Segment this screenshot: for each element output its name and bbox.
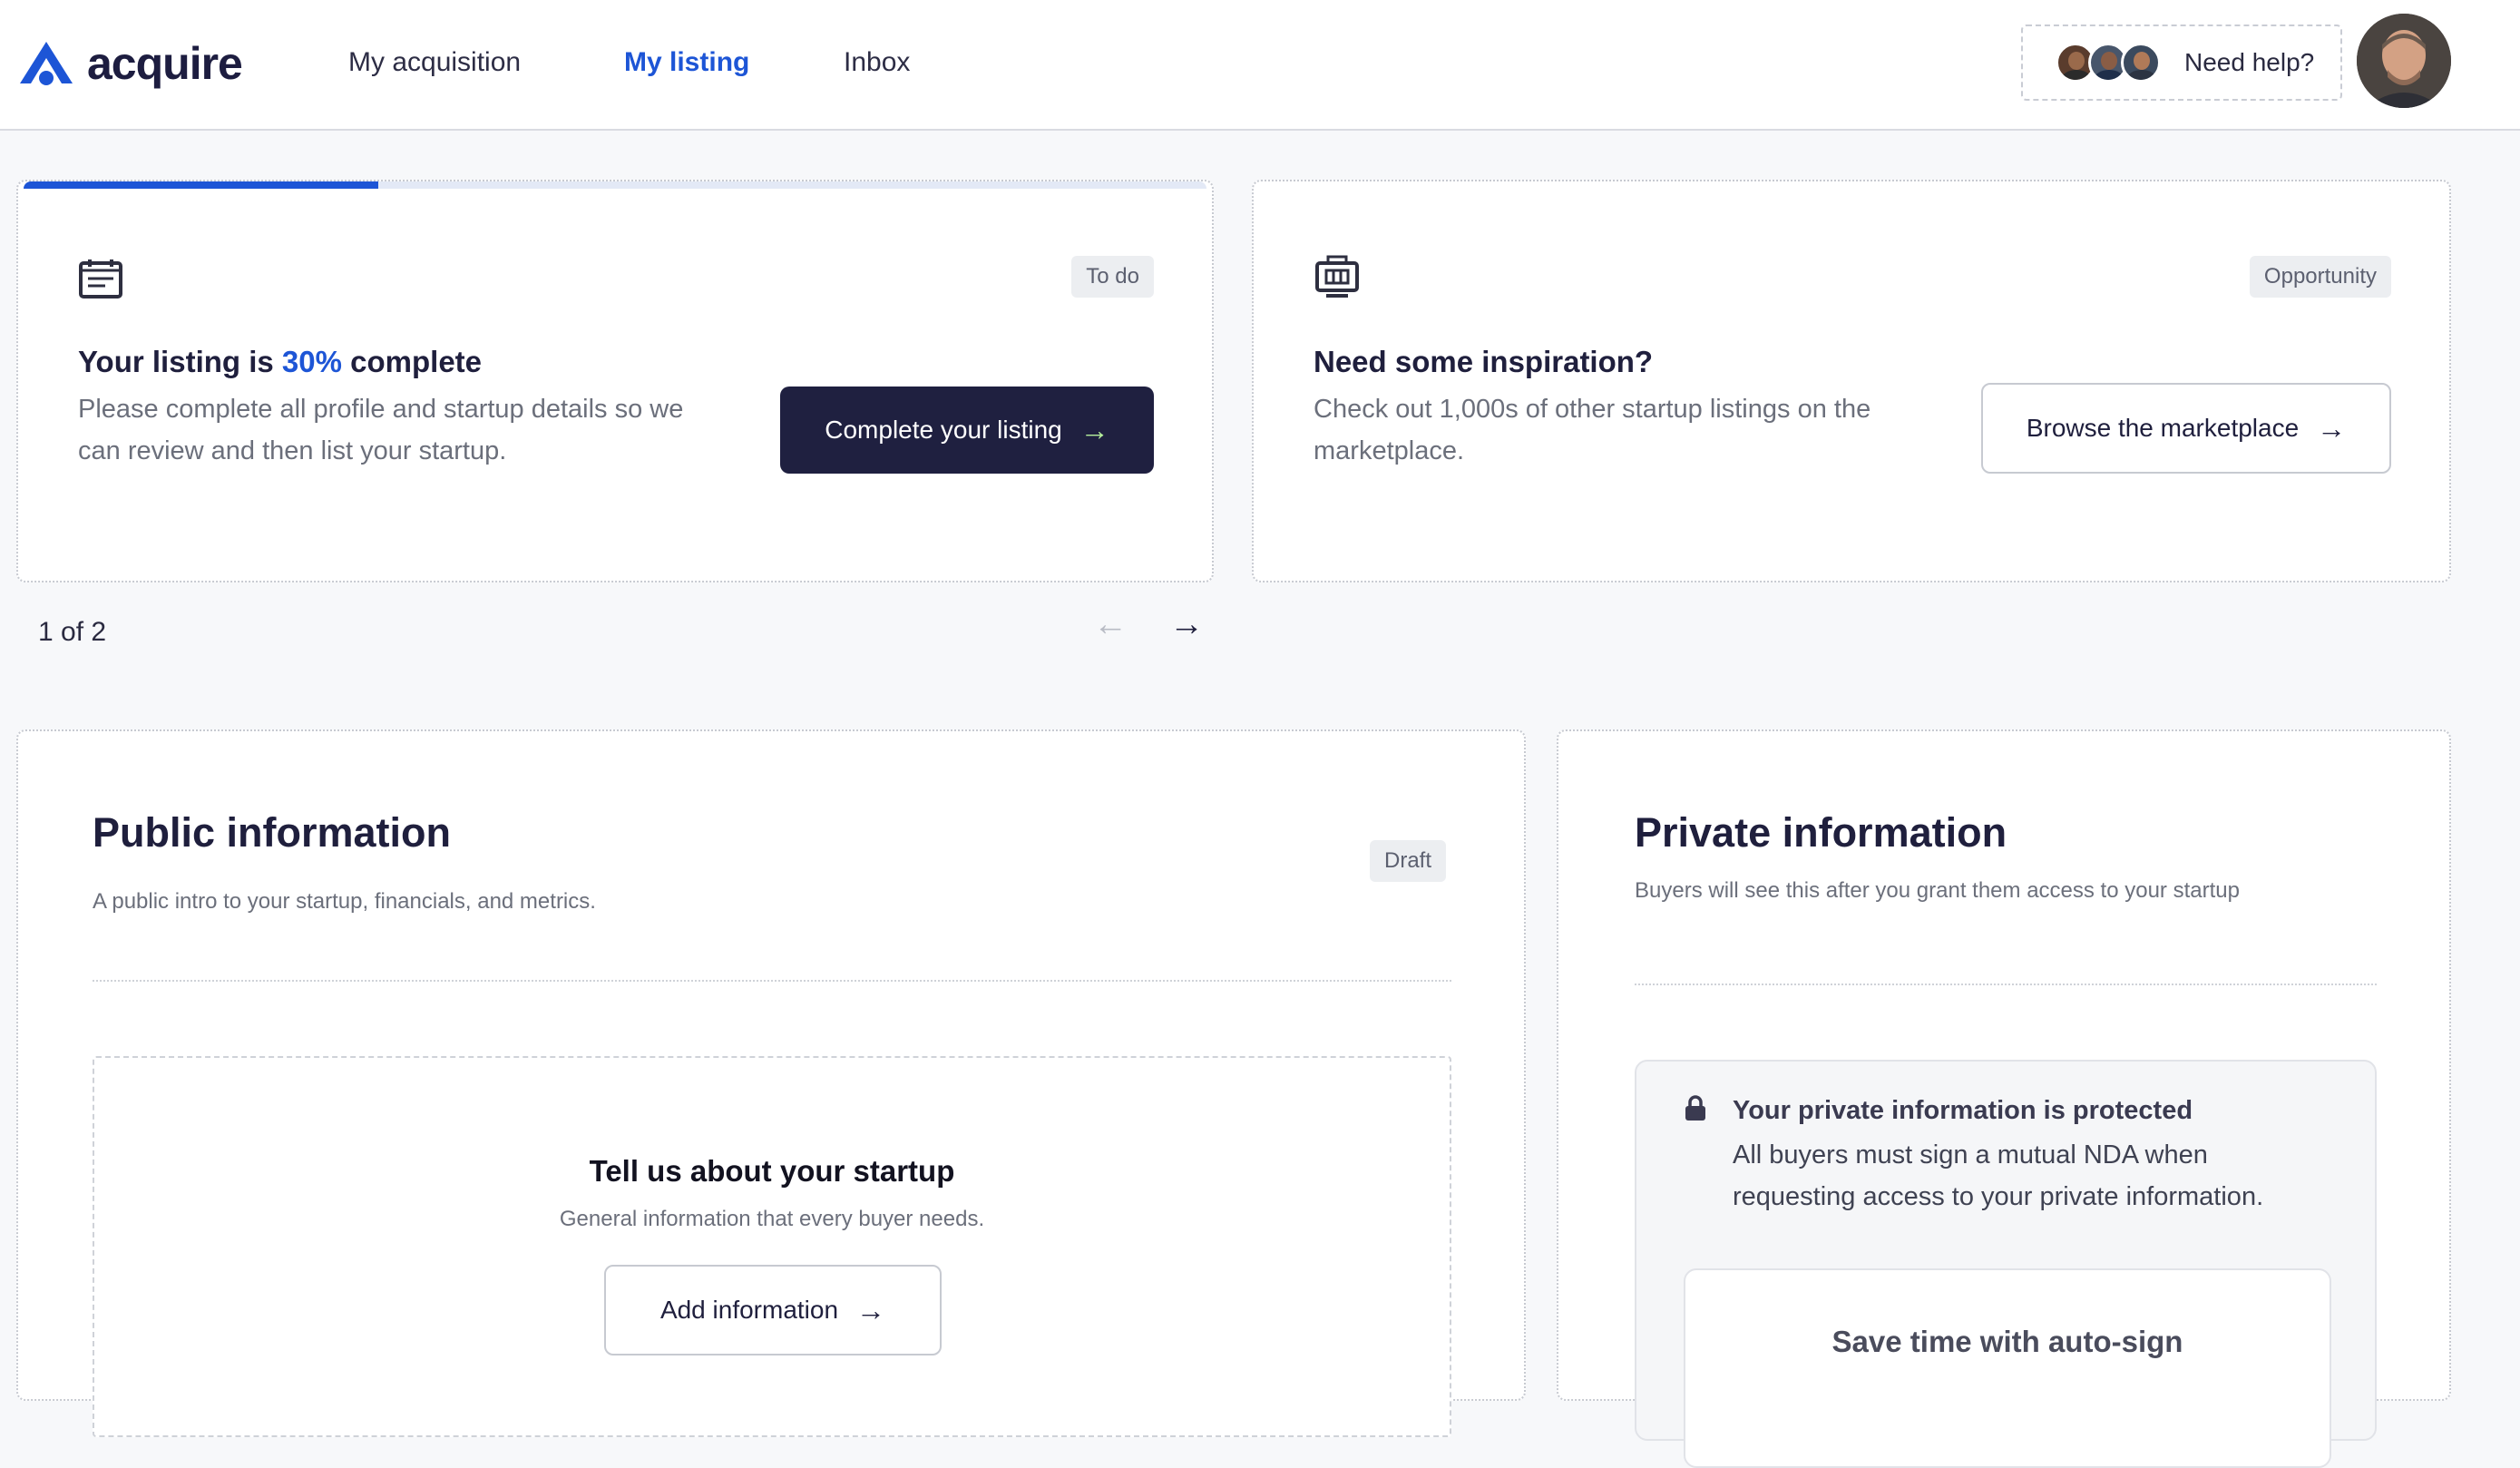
browse-marketplace-label: Browse the marketplace: [2026, 414, 2300, 442]
add-information-button[interactable]: Add information →: [604, 1265, 942, 1355]
public-info-description: A public intro to your startup, financia…: [93, 889, 596, 914]
arrow-right-icon: →: [2317, 412, 2347, 445]
nav-my-listing[interactable]: My listing: [624, 47, 749, 78]
inspiration-card: Opportunity Need some inspiration? Check…: [1252, 180, 2451, 582]
private-information-panel: Private information Buyers will see this…: [1557, 729, 2451, 1468]
nav-inbox[interactable]: Inbox: [844, 47, 910, 78]
arrow-right-icon: →: [1169, 604, 1204, 643]
listing-progress-description: Please complete all profile and startup …: [78, 395, 684, 465]
nav-my-acquisition[interactable]: My acquisition: [348, 47, 521, 78]
listing-progress-fill: [24, 181, 379, 189]
status-badge-opportunity: Opportunity: [2249, 256, 2391, 298]
complete-listing-label: Complete your listing: [825, 416, 1062, 444]
startup-info-box: Tell us about your startup General infor…: [93, 1056, 1451, 1437]
startup-info-description: General information that every buyer nee…: [559, 1207, 985, 1231]
arrow-right-icon: →: [856, 1294, 886, 1326]
complete-listing-card: To do Your listing is 30% complete Pleas…: [16, 180, 1214, 582]
acquire-logo-mark-icon: [20, 42, 73, 85]
section-divider: [93, 980, 1451, 982]
need-help-button[interactable]: Need help?: [2021, 24, 2342, 101]
support-avatars: [2056, 43, 2161, 83]
public-information-panel: Public information A public intro to you…: [16, 729, 1526, 1437]
lock-icon: [1685, 1095, 1705, 1121]
arrow-left-icon: ←: [1093, 604, 1128, 643]
public-info-title: Public information: [93, 809, 452, 856]
complete-listing-button[interactable]: Complete your listing →: [780, 387, 1154, 474]
auto-sign-title: Save time with auto-sign: [1831, 1325, 2183, 1358]
status-badge-todo: To do: [1071, 256, 1154, 298]
privacy-notice-box: Your private information is protected Al…: [1635, 1060, 2377, 1468]
privacy-notice-title: Your private information is protected: [1733, 1096, 2193, 1125]
browse-marketplace-button[interactable]: Browse the marketplace →: [1981, 383, 2391, 474]
privacy-notice-description: All buyers must sign a mutual NDA when r…: [1733, 1140, 2264, 1211]
section-divider: [1635, 984, 2377, 985]
listing-percent: 30%: [281, 345, 342, 378]
need-help-label: Need help?: [2184, 48, 2315, 76]
arrow-right-icon: →: [1079, 414, 1109, 446]
marketplace-icon: [1315, 255, 1359, 298]
pager-previous-button[interactable]: ←: [1089, 602, 1132, 646]
listing-form-icon: [79, 259, 122, 298]
acquire-logo[interactable]: acquire: [15, 36, 243, 91]
listing-progress-title: Your listing is 30% complete: [78, 345, 483, 378]
user-photo-icon: [2357, 14, 2451, 108]
support-avatar: [2121, 43, 2161, 83]
private-info-title: Private information: [1635, 809, 2007, 856]
private-info-description: Buyers will see this after you grant the…: [1635, 878, 2240, 903]
auto-sign-box: Save time with auto-sign: [1684, 1268, 2331, 1468]
pager-count: 1 of 2: [38, 617, 107, 647]
startup-info-title: Tell us about your startup: [589, 1154, 955, 1188]
top-navbar: acquire My acquisition My listing Inbox …: [0, 0, 2520, 131]
listing-progress-bar: [24, 181, 1206, 189]
add-information-label: Add information: [659, 1296, 839, 1324]
user-avatar[interactable]: [2357, 14, 2451, 108]
inspiration-title: Need some inspiration?: [1314, 345, 1654, 378]
inspiration-description: Check out 1,000s of other startup listin…: [1314, 395, 1871, 465]
pager-next-button[interactable]: →: [1165, 602, 1208, 646]
brand-name: acquire: [87, 38, 243, 89]
status-badge-draft: Draft: [1370, 840, 1447, 882]
